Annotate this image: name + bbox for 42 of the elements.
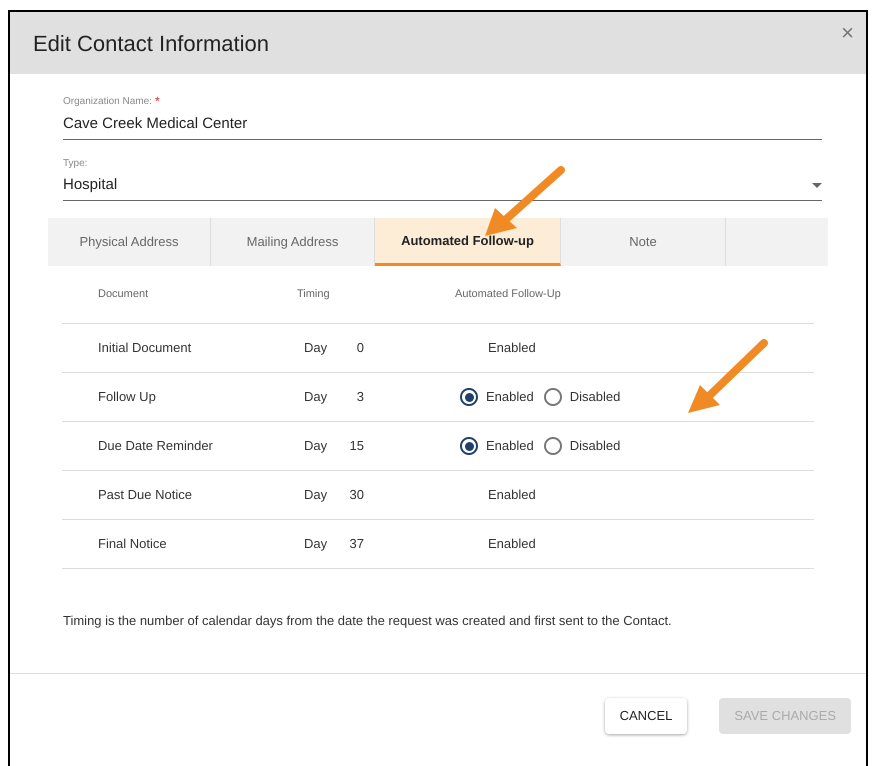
table-cell-text: Enabled — [487, 535, 536, 554]
table-cell-text: 30 — [348, 486, 364, 504]
input-field[interactable]: Cave Creek Medical Center — [63, 110, 822, 140]
close-button[interactable]: × — [837, 22, 858, 44]
table-cell-text: Day — [304, 535, 328, 554]
dialog-title: Edit Contact Information — [33, 30, 270, 58]
table-cell-text: Day — [304, 388, 328, 406]
table-cell-text: Enabled — [487, 486, 536, 504]
tab[interactable]: Physical Address — [48, 218, 211, 266]
table-cell-text: 37 — [348, 535, 364, 554]
select-field[interactable]: Hospital — [63, 171, 822, 201]
column-header: Automated Follow-Up — [455, 287, 562, 302]
tab[interactable]: Automated Follow-up — [375, 218, 561, 266]
table-cell-text: 3 — [356, 388, 364, 406]
table-cell-text: Final Notice — [97, 535, 168, 554]
column-header: Document — [97, 287, 150, 302]
timing-note: Timing is the number of calendar days from the date the request was created and first sent to the Contact. — [62, 612, 673, 630]
tab[interactable]: Note — [561, 218, 726, 266]
radio-label: Disabled — [570, 388, 620, 406]
radio-label: Disabled — [570, 437, 620, 456]
radio-button[interactable] — [460, 437, 478, 455]
table-cell-text: Day — [304, 339, 328, 358]
required-mark: * — [154, 93, 160, 110]
table-cell-text: Follow Up — [97, 388, 157, 406]
table-cell-text: 0 — [356, 339, 364, 358]
table-cell-text: Past Due Notice — [97, 486, 193, 504]
table-cell-text: 15 — [348, 437, 364, 456]
cancel-button[interactable]: CANCEL — [604, 698, 688, 734]
radio-label: Enabled — [486, 388, 534, 406]
radio-label: Enabled — [486, 437, 534, 456]
field-label: Type: — [63, 157, 88, 171]
dropdown-caret-icon — [812, 182, 822, 188]
table-cell-text: Due Date Reminder — [97, 437, 214, 456]
table-cell-text: Initial Document — [97, 339, 192, 358]
table-cell-text: Day — [304, 437, 328, 456]
radio-button[interactable] — [544, 437, 562, 455]
column-header: Timing — [297, 287, 331, 302]
table-cell-text: Enabled — [487, 339, 536, 358]
radio-button[interactable] — [460, 388, 478, 406]
table-cell-text: Day — [304, 486, 328, 504]
radio-button[interactable] — [544, 388, 562, 406]
field-label: Organization Name: — [63, 94, 152, 108]
